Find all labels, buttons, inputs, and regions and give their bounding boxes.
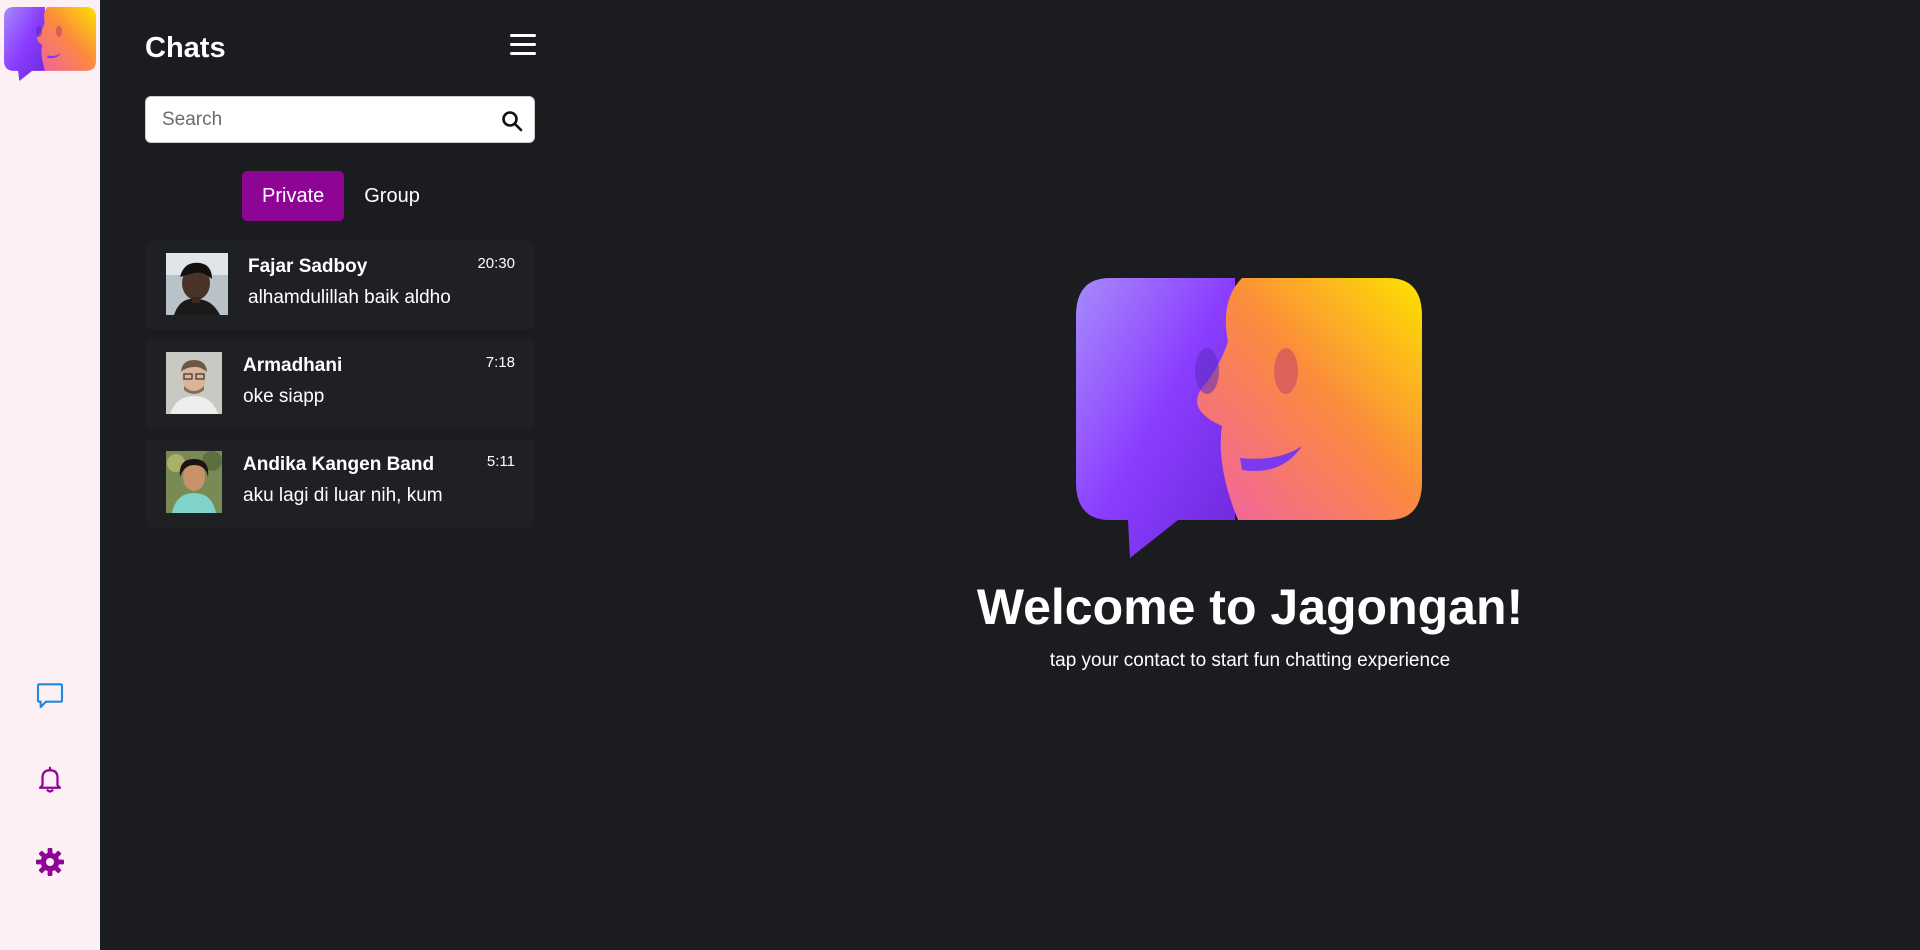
search-box xyxy=(145,96,535,143)
chats-nav-button[interactable] xyxy=(30,675,70,715)
chat-item-andika-kangen-band[interactable]: Andika Kangen Band aku lagi di luar nih,… xyxy=(145,439,535,528)
chat-last-message: oke siapp xyxy=(243,386,325,407)
tab-group[interactable]: Group xyxy=(344,171,440,221)
chat-time: 20:30 xyxy=(477,255,515,272)
chat-type-tabs: Private Group xyxy=(242,171,440,221)
chat-last-message: alhamdulillah baik aldho xyxy=(248,287,451,308)
settings-nav-button[interactable] xyxy=(30,842,70,882)
app-logo-icon[interactable] xyxy=(4,4,96,84)
avatar xyxy=(166,352,222,414)
avatar xyxy=(166,253,228,315)
chat-time: 7:18 xyxy=(485,354,515,371)
chat-item-armadhani[interactable]: Armadhani oke siapp 7:18 xyxy=(145,340,535,429)
chat-item-fajar-sadboy[interactable]: Fajar Sadboy alhamdulillah baik aldho 20… xyxy=(145,241,535,330)
nav-rail xyxy=(0,0,100,950)
chat-last-message: aku lagi di luar nih, kum xyxy=(243,485,443,506)
chat-bubble-icon xyxy=(36,683,64,709)
chat-sidebar: Chats Private Group Fajar xyxy=(100,0,580,950)
search-icon[interactable] xyxy=(500,109,524,133)
notifications-nav-button[interactable] xyxy=(30,759,70,799)
avatar xyxy=(166,451,222,513)
chat-name: Fajar Sadboy xyxy=(248,256,368,277)
gear-icon xyxy=(36,848,64,876)
hamburger-menu-icon[interactable] xyxy=(510,34,536,58)
sidebar-title: Chats xyxy=(145,32,226,64)
chat-time: 5:11 xyxy=(486,453,515,470)
chat-name: Andika Kangen Band xyxy=(243,454,435,475)
search-input[interactable] xyxy=(146,97,486,142)
welcome-panel: Welcome to Jagongan! tap your contact to… xyxy=(580,0,1920,950)
welcome-subtitle: tap your contact to start fun chatting e… xyxy=(1049,650,1451,671)
bell-icon xyxy=(38,766,62,793)
tab-private[interactable]: Private xyxy=(242,171,345,221)
welcome-heading: Welcome to Jagongan! xyxy=(976,579,1524,635)
chat-name: Armadhani xyxy=(243,355,343,376)
chat-list: Fajar Sadboy alhamdulillah baik aldho 20… xyxy=(145,241,535,538)
jagongan-logo-icon xyxy=(1070,270,1430,560)
